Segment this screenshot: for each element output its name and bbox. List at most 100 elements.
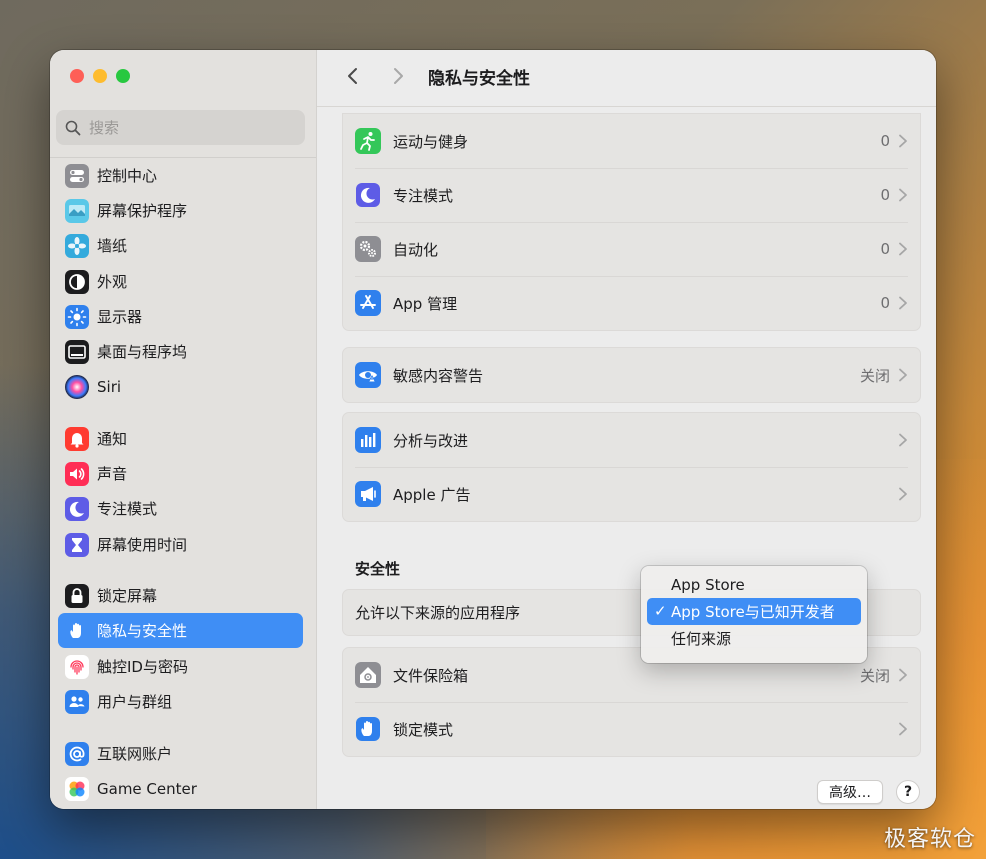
sidebar-item-label: 通知 — [97, 430, 128, 448]
row-label: 文件保险箱 — [393, 666, 469, 685]
sidebar-item[interactable]: Game Center — [58, 771, 303, 806]
sidebar-item-label: 显示器 — [97, 308, 143, 326]
settings-row[interactable]: 敏感内容警告 关闭 — [343, 348, 920, 402]
settings-row[interactable]: 运动与健身 0 — [343, 114, 920, 168]
settings-row[interactable]: 专注模式 0 — [343, 168, 920, 222]
chevron-right-icon — [899, 368, 907, 382]
sidebar-item-label: 锁定屏幕 — [97, 587, 158, 605]
settings-row[interactable]: 分析与改进 — [343, 413, 920, 467]
minimize-button[interactable] — [93, 69, 107, 83]
screensaver-icon — [65, 198, 89, 223]
sidebar-item[interactable]: 触控ID与密码 — [58, 649, 303, 684]
forward-chevron-icon[interactable] — [388, 66, 408, 86]
search-input[interactable]: 搜索 — [56, 110, 305, 145]
row-value: 0 — [880, 132, 890, 150]
sidebar-item[interactable]: 墙纸 — [58, 228, 303, 263]
sidebar-item[interactable]: 互联网账户 — [58, 736, 303, 771]
bell-icon — [65, 426, 89, 451]
settings-row[interactable]: App 管理 0 — [343, 276, 920, 330]
sidebar-item-label: 控制中心 — [97, 167, 158, 185]
row-value: 0 — [880, 186, 890, 204]
sidebar-item-label: 专注模式 — [97, 500, 158, 518]
wallpaper-icon — [65, 233, 89, 258]
page-title: 隐私与安全性 — [428, 69, 530, 89]
zoom-button[interactable] — [116, 69, 130, 83]
sidebar-item[interactable]: 用户与群组 — [58, 684, 303, 719]
sidebar-item-label: 桌面与程序坞 — [97, 343, 188, 361]
settings-row[interactable]: 自动化 0 — [343, 222, 920, 276]
row-label: 分析与改进 — [393, 431, 469, 450]
search-icon — [65, 120, 81, 135]
eye-warning-icon — [355, 362, 381, 388]
hourglass-icon — [65, 532, 89, 557]
hand-icon — [355, 716, 381, 742]
sidebar-item[interactable]: 专注模式 — [58, 491, 303, 526]
sidebar-item[interactable]: 桌面与程序坞 — [58, 334, 303, 369]
chevron-right-icon — [899, 296, 907, 310]
sidebar: 搜索 控制中心屏幕保护程序墙纸外观显示器桌面与程序坞 Siri 通知声音专注模式屏幕… — [50, 50, 317, 809]
permissions-group: 运动与健身 0 专注模式 0 自动化 0 App 管理 0 — [342, 113, 921, 331]
row-label: 自动化 — [393, 240, 439, 259]
settings-row[interactable]: 锁定模式 — [343, 702, 920, 756]
sidebar-item[interactable]: 外观 — [58, 264, 303, 299]
window-controls — [70, 69, 130, 83]
settings-window: 搜索 控制中心屏幕保护程序墙纸外观显示器桌面与程序坞 Siri 通知声音专注模式屏幕… — [50, 50, 936, 809]
app-source-dropdown-menu: App Store ✓ App Store与已知开发者 任何来源 — [641, 566, 867, 663]
toolbar: 隐私与安全性 — [317, 50, 936, 107]
sidebar-item[interactable]: Siri — [58, 369, 303, 404]
sidebar-item-label: 屏幕保护程序 — [97, 202, 188, 220]
moon-icon — [65, 496, 89, 521]
dropdown-option[interactable]: 任何来源 — [647, 625, 861, 652]
sidebar-item-label: 隐私与安全性 — [97, 622, 188, 640]
row-label: 锁定模式 — [393, 720, 454, 739]
speaker-icon — [65, 461, 89, 486]
sidebar-item-label: 外观 — [97, 273, 128, 291]
moon-icon — [355, 182, 381, 208]
settings-row[interactable]: Apple 广告 — [343, 467, 920, 521]
close-button[interactable] — [70, 69, 84, 83]
sidebar-item[interactable]: 隐私与安全性 — [58, 613, 303, 648]
row-value: 0 — [880, 294, 890, 312]
checkmark-icon: ✓ — [654, 602, 667, 620]
search-placeholder: 搜索 — [89, 119, 120, 137]
sidebar-item-label: 互联网账户 — [97, 745, 173, 763]
analytics-ads-group: 分析与改进 Apple 广告 — [342, 412, 921, 522]
sidebar-item[interactable]: 显示器 — [58, 299, 303, 334]
users-icon — [65, 689, 89, 714]
help-button[interactable]: ? — [896, 780, 920, 804]
row-label: Apple 广告 — [393, 485, 471, 504]
chevron-right-icon — [899, 487, 907, 501]
watermark: 极客软仓 — [883, 827, 976, 852]
sidebar-item-label: Siri — [97, 377, 122, 396]
sidebar-item[interactable]: 屏幕使用时间 — [58, 527, 303, 562]
dropdown-option-label: App Store — [671, 575, 745, 594]
chevron-right-icon — [899, 722, 907, 736]
dropdown-option-label: App Store与已知开发者 — [671, 603, 835, 621]
sidebar-item[interactable]: 控制中心 — [58, 158, 303, 193]
sidebar-item[interactable]: 屏幕保护程序 — [58, 193, 303, 228]
lock-icon — [65, 583, 89, 608]
dropdown-option[interactable]: ✓ App Store与已知开发者 — [647, 598, 861, 625]
sidebar-item[interactable]: 锁定屏幕 — [58, 578, 303, 613]
sidebar-item[interactable]: 通知 — [58, 421, 303, 456]
control-center-icon — [65, 163, 89, 188]
sidebar-item[interactable]: 声音 — [58, 456, 303, 491]
megaphone-icon — [355, 481, 381, 507]
row-label: 敏感内容警告 — [393, 366, 484, 385]
security-group: 文件保险箱 关闭 锁定模式 — [342, 647, 921, 757]
at-icon — [65, 741, 89, 766]
sidebar-item-label: 声音 — [97, 465, 128, 483]
dock-icon — [65, 339, 89, 364]
gears-icon — [355, 236, 381, 262]
sensitive-content-group: 敏感内容警告 关闭 — [342, 347, 921, 403]
siri-icon — [65, 374, 89, 399]
sidebar-item-label: 屏幕使用时间 — [97, 536, 188, 554]
back-chevron-icon[interactable] — [343, 66, 363, 86]
chevron-right-icon — [899, 242, 907, 256]
dropdown-option[interactable]: App Store — [647, 571, 861, 598]
security-section-title: 安全性 — [355, 560, 401, 578]
appearance-icon — [65, 269, 89, 294]
chevron-right-icon — [899, 188, 907, 202]
fingerprint-icon — [65, 654, 89, 679]
advanced-button[interactable]: 高级… — [817, 780, 883, 804]
